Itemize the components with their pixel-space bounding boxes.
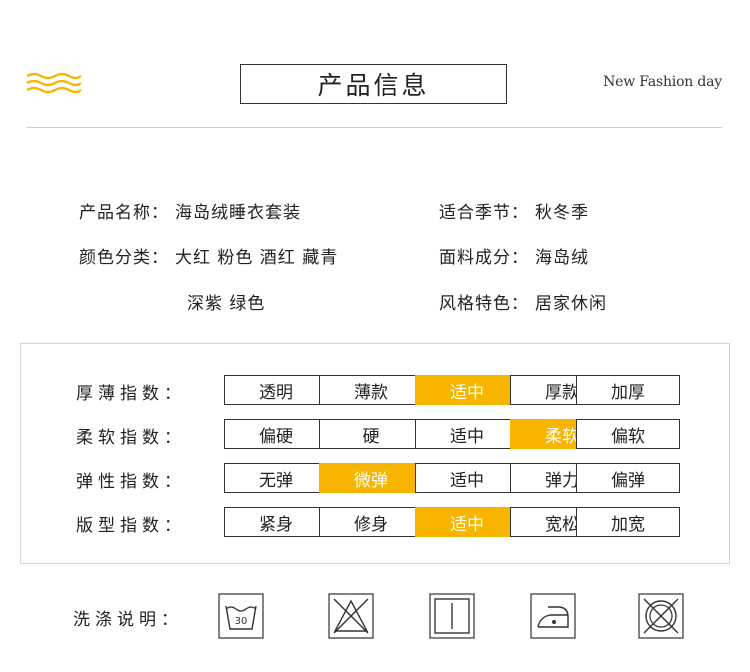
no-dry-clean-icon: [638, 593, 684, 639]
index-label: 柔软指数：: [76, 428, 186, 448]
info-color: 颜色分类： 大红 粉色 酒红 藏青: [79, 243, 338, 268]
option-box: 硬: [319, 419, 423, 449]
info-product-name: 产品名称： 海岛绒睡衣套装: [79, 198, 301, 223]
info-label: 产品名称：: [79, 203, 169, 223]
option-box: 加厚: [576, 375, 680, 405]
option-box: 偏弹: [576, 463, 680, 493]
info-style: 风格特色： 居家休闲: [439, 289, 607, 314]
option-box: 偏软: [576, 419, 680, 449]
info-label: 面料成分：: [439, 248, 529, 268]
info-value: 秋冬季: [535, 203, 589, 223]
info-value: 大红 粉色 酒红 藏青: [175, 248, 339, 268]
wave-decoration-icon: [26, 72, 82, 94]
index-label: 厚薄指数：: [76, 384, 186, 404]
washing-label: 洗涤说明：: [73, 610, 183, 630]
info-label: 适合季节：: [439, 203, 529, 223]
info-label: 颜色分类：: [79, 248, 169, 268]
brand-tagline: New Fashion day: [603, 74, 722, 90]
info-value: 居家休闲: [535, 294, 607, 314]
info-value: 海岛绒睡衣套装: [175, 203, 301, 223]
option-box-selected: 适中: [415, 507, 519, 537]
info-value: 海岛绒: [535, 248, 589, 268]
wash-temperature: 30: [235, 616, 248, 627]
index-row-softness: 柔软指数： 偏硬 硬 适中 柔软 偏软: [21, 419, 729, 449]
option-box: 偏硬: [224, 419, 328, 449]
index-label: 版型指数：: [76, 516, 186, 536]
header-divider: [26, 127, 722, 128]
option-box: 薄款: [319, 375, 423, 405]
option-box: 适中: [415, 419, 519, 449]
index-label: 弹性指数：: [76, 472, 186, 492]
option-box: 无弹: [224, 463, 328, 493]
option-box: 适中: [415, 463, 519, 493]
iron-low-icon: [530, 593, 576, 639]
index-row-fit: 版型指数： 紧身 修身 适中 宽松 加宽: [21, 507, 729, 537]
info-fabric: 面料成分： 海岛绒: [439, 243, 589, 268]
info-value: 深紫 绿色: [187, 294, 266, 314]
index-panel: 厚薄指数： 透明 薄款 适中 厚款 加厚 柔软指数： 偏硬 硬 适中 柔软 偏软…: [20, 343, 730, 564]
option-box: 修身: [319, 507, 423, 537]
info-label: 风格特色：: [439, 294, 529, 314]
page-title: 产品信息: [240, 64, 507, 104]
index-row-elasticity: 弹性指数： 无弹 微弹 适中 弹力 偏弹: [21, 463, 729, 493]
option-box: 透明: [224, 375, 328, 405]
option-box-selected: 适中: [415, 375, 519, 405]
info-color-continued: 深紫 绿色: [187, 289, 265, 314]
no-bleach-icon: [328, 593, 374, 639]
info-season: 适合季节： 秋冬季: [439, 198, 589, 223]
option-box-selected: 微弹: [319, 463, 423, 493]
index-row-thickness: 厚薄指数： 透明 薄款 适中 厚款 加厚: [21, 375, 729, 405]
option-box: 加宽: [576, 507, 680, 537]
wash-30-icon: 30: [218, 593, 264, 639]
tumble-dry-icon: [429, 593, 475, 639]
option-box: 紧身: [224, 507, 328, 537]
